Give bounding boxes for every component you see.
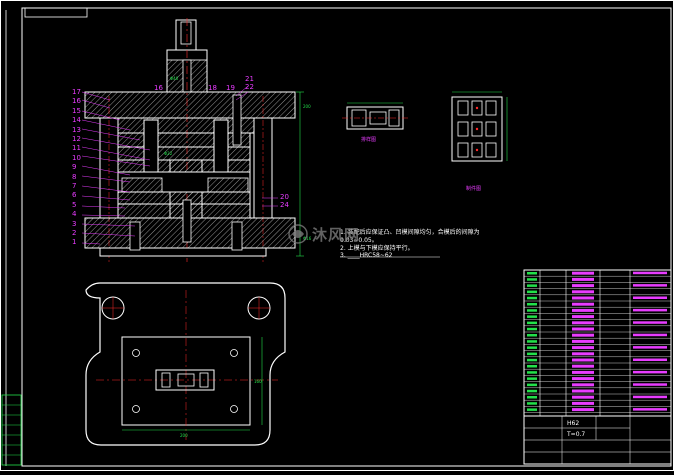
- note-line-1: 1. 装配后应保证凸、凹模间隙均匀，合模后的间隙为: [340, 229, 480, 236]
- part-number-label: 6: [72, 191, 77, 200]
- part-number-label: 3: [72, 219, 77, 228]
- svg-text:160: 160: [254, 379, 262, 384]
- svg-text:Φ40: Φ40: [170, 76, 179, 81]
- part-number-label: 7: [72, 182, 77, 190]
- left-strip-table: [1, 394, 22, 466]
- title-block-thickness: T=0.7: [567, 431, 586, 438]
- right-label-24: 24: [280, 201, 289, 209]
- top-label-22: 22: [245, 83, 254, 91]
- svg-text:200: 200: [303, 104, 311, 109]
- title-block: [523, 415, 672, 465]
- title-block-material: H62: [567, 420, 580, 427]
- part-number-label: 15: [72, 106, 81, 115]
- top-label-18: 18: [208, 84, 217, 92]
- part-number-label: 13: [72, 125, 81, 134]
- svg-text:Φ22: Φ22: [164, 151, 173, 156]
- part-number-label: 17: [72, 88, 81, 96]
- strip-layout-caption: 排样图: [361, 137, 377, 143]
- part-number-label: 14: [72, 116, 81, 125]
- part-number-label: 2: [72, 229, 77, 237]
- note-line-3: 3. ____HRC58~62: [340, 252, 393, 259]
- parts-list-table: [523, 269, 672, 417]
- top-label-21: 21: [245, 75, 254, 83]
- part-number-label: 9: [72, 163, 77, 172]
- part-drawing-caption: 制件图: [466, 186, 482, 192]
- part-number-label: 5: [72, 200, 77, 209]
- part-number-label: 16: [72, 97, 81, 106]
- part-number-label: 10: [72, 153, 81, 162]
- watermark-text: 沐风网: [312, 226, 361, 244]
- part-number-label: 12: [72, 135, 81, 143]
- lower-die-plan-view: 200 160: [85, 282, 286, 446]
- mid-label: 16: [154, 84, 163, 92]
- part-number-label: 4: [72, 210, 77, 219]
- cad-drawing-viewport: Φ40 Φ22 200 Φ16 200 160 17 16 15 14 13 1…: [0, 0, 674, 471]
- part-number-label: 11: [72, 144, 81, 153]
- part-number-label: 1: [72, 238, 77, 247]
- strip-layout-view: [342, 102, 408, 130]
- part-number-label: 8: [72, 172, 77, 181]
- assembly-section-view: Φ40 Φ22 200 Φ16: [81, 18, 312, 262]
- top-label-19: 19: [226, 84, 235, 92]
- right-label-20: 20: [280, 193, 289, 201]
- part-drawing-view: [451, 91, 508, 162]
- svg-text:200: 200: [180, 433, 188, 438]
